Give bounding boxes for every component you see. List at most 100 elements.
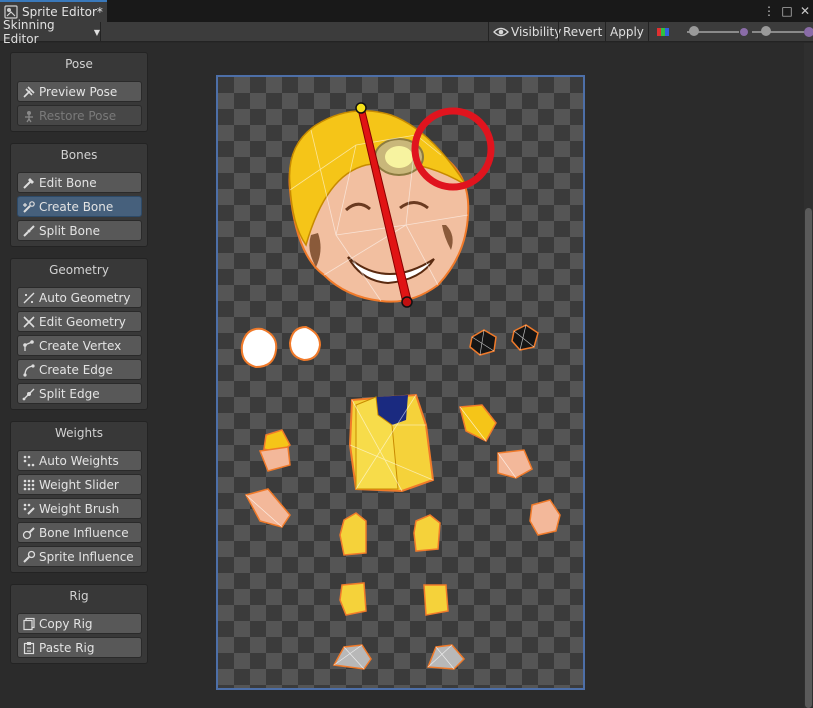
zoom-slider[interactable] <box>684 22 742 42</box>
weight-brush-icon <box>22 502 36 516</box>
visibility-label: Visibility <box>511 25 562 39</box>
panel-title-pose: Pose <box>65 57 93 71</box>
weights-panel: Weights Auto Weights Weight Slider Weigh… <box>10 421 148 573</box>
white-hand-right-sprite[interactable] <box>288 325 322 362</box>
upper-arm-right-sprite[interactable] <box>459 404 497 442</box>
create-edge-icon <box>22 363 36 377</box>
visibility-button[interactable]: Visibility <box>488 22 565 42</box>
create-edge-label: Create Edge <box>39 362 113 377</box>
copy-rig-button[interactable]: Copy Rig <box>17 613 142 634</box>
revert-label: Revert <box>563 25 603 39</box>
panel-title-weights: Weights <box>54 426 104 440</box>
close-icon[interactable]: ✕ <box>799 4 811 18</box>
lower-arm-right-sprite[interactable] <box>497 449 533 479</box>
maximize-icon[interactable]: □ <box>781 4 793 18</box>
auto-weights-button[interactable]: Auto Weights <box>17 450 142 471</box>
restore-pose-button[interactable]: Restore Pose <box>17 105 142 126</box>
create-bone-label: Create Bone <box>39 199 114 214</box>
white-hand-left-sprite[interactable] <box>240 327 278 369</box>
editor-toolbar: Skinning Editor ▼ Visibility Revert Appl… <box>0 18 813 46</box>
weight-brush-label: Weight Brush <box>39 501 120 516</box>
restore-pose-label: Restore Pose <box>39 108 117 123</box>
panel-title-bones: Bones <box>60 148 98 162</box>
edit-geometry-button[interactable]: Edit Geometry <box>17 311 142 332</box>
thigh-left-sprite[interactable] <box>339 512 367 556</box>
split-bone-button[interactable]: Split Bone <box>17 220 142 241</box>
sprite-editor-icon <box>4 5 18 19</box>
shoe-right-sprite[interactable] <box>426 644 466 670</box>
vertical-scrollbar[interactable] <box>804 43 813 708</box>
edit-bone-label: Edit Bone <box>39 175 97 190</box>
chevron-down-icon: ▼ <box>93 27 100 37</box>
edit-geometry-label: Edit Geometry <box>39 314 126 329</box>
bone-influence-button[interactable]: Bone Influence <box>17 522 142 543</box>
weight-slider-button[interactable]: Weight Slider <box>17 474 142 495</box>
split-edge-label: Split Edge <box>39 386 100 401</box>
mode-dropdown-label: Skinning Editor <box>3 18 55 46</box>
hand-left-sprite[interactable] <box>244 488 291 528</box>
rgb-channels-icon <box>656 28 669 36</box>
apply-button[interactable]: Apply <box>605 22 648 42</box>
split-bone-icon <box>22 224 36 238</box>
shin-left-sprite[interactable] <box>339 582 367 616</box>
brush-size-icon <box>740 28 748 36</box>
paste-rig-label: Paste Rig <box>39 640 95 655</box>
shin-right-sprite[interactable] <box>423 584 449 616</box>
auto-weights-icon <box>22 454 36 468</box>
create-bone-button[interactable]: Create Bone <box>17 196 142 217</box>
create-edge-button[interactable]: Create Edge <box>17 359 142 380</box>
auto-geometry-button[interactable]: Auto Geometry <box>17 287 142 308</box>
shoe-left-sprite[interactable] <box>332 644 372 670</box>
restore-pose-icon <box>22 109 36 123</box>
split-edge-icon <box>22 387 36 401</box>
split-edge-button[interactable]: Split Edge <box>17 383 142 404</box>
bones-panel: Bones Edit Bone Create Bone Split Bone <box>10 143 148 247</box>
black-piece-left-sprite[interactable] <box>469 329 497 356</box>
create-vertex-label: Create Vertex <box>39 338 122 353</box>
sprite-sheet-artwork[interactable] <box>216 75 585 690</box>
hand-right-sprite[interactable] <box>529 499 561 536</box>
lower-arm-left-sprite[interactable] <box>258 446 291 472</box>
edit-bone-button[interactable]: Edit Bone <box>17 172 142 193</box>
panel-title-rig: Rig <box>69 589 89 603</box>
bone-influence-icon <box>22 526 36 540</box>
sprite-influence-label: Sprite Influence <box>39 549 134 564</box>
sprite-influence-icon <box>22 550 36 564</box>
more-options-icon[interactable]: ⋮ <box>763 4 775 18</box>
edit-bone-icon <box>22 176 36 190</box>
edit-geometry-icon <box>22 315 36 329</box>
brush-slider-knob[interactable] <box>761 26 772 36</box>
head-sprite[interactable] <box>288 110 470 303</box>
preview-pose-button[interactable]: Preview Pose <box>17 81 142 102</box>
window-titlebar: Sprite Editor* ⋮ □ ✕ <box>0 0 813 22</box>
preview-pose-label: Preview Pose <box>39 84 118 99</box>
split-bone-label: Split Bone <box>39 223 100 238</box>
scrollbar-thumb[interactable] <box>805 208 812 708</box>
mode-dropdown[interactable]: Skinning Editor ▼ <box>0 18 101 46</box>
create-vertex-button[interactable]: Create Vertex <box>17 335 142 356</box>
zoom-slider-knob[interactable] <box>689 26 700 36</box>
paste-rig-button[interactable]: Paste Rig <box>17 637 142 658</box>
create-vertex-icon <box>22 339 36 353</box>
create-bone-icon <box>22 200 36 214</box>
apply-label: Apply <box>610 25 644 39</box>
copy-rig-label: Copy Rig <box>39 616 93 631</box>
eye-icon <box>493 27 509 37</box>
sprite-influence-button[interactable]: Sprite Influence <box>17 546 142 567</box>
revert-button[interactable]: Revert <box>558 22 606 42</box>
geometry-panel: Geometry Auto Geometry Edit Geometry Cre… <box>10 258 148 410</box>
brush-large-icon <box>804 27 813 37</box>
auto-geometry-label: Auto Geometry <box>39 290 131 305</box>
brush-slider[interactable] <box>750 22 806 42</box>
weight-slider-label: Weight Slider <box>39 477 119 492</box>
thigh-right-sprite[interactable] <box>413 514 441 552</box>
auto-weights-label: Auto Weights <box>39 453 119 468</box>
torso-sprite[interactable] <box>348 393 435 493</box>
color-channel-toggle[interactable] <box>648 22 678 42</box>
preview-pose-icon <box>22 85 36 99</box>
window-title: Sprite Editor* <box>22 5 103 19</box>
paste-rig-icon <box>22 641 36 655</box>
pose-panel: Pose Preview Pose Restore Pose <box>10 52 148 132</box>
weight-brush-button[interactable]: Weight Brush <box>17 498 142 519</box>
auto-geometry-icon <box>22 291 36 305</box>
